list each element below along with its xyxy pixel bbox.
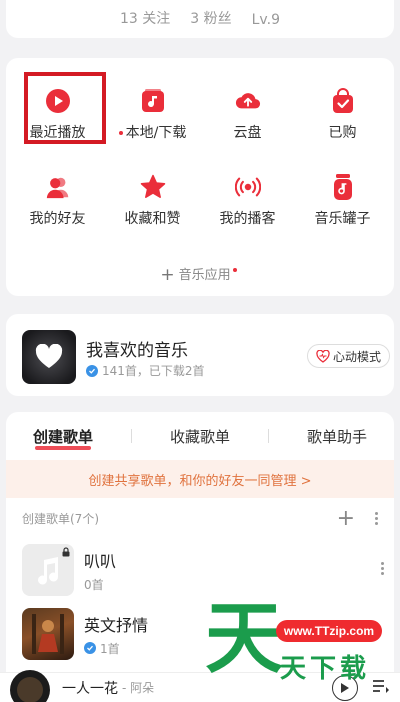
cloud-upload-icon <box>235 88 261 114</box>
check-icon <box>86 364 98 377</box>
playlist-count-text: 1首 <box>100 641 120 656</box>
watermark-url: www.TTzip.com <box>276 620 382 642</box>
watermark-text: 天下载 <box>280 654 371 684</box>
podcast-icon <box>234 174 261 200</box>
favorite-subtitle: 141首，已下载2首 <box>86 362 205 379</box>
player-song-title: 一人一花 <box>62 680 118 697</box>
player-disc <box>10 669 50 702</box>
more-options-icon[interactable] <box>375 511 378 525</box>
grid-item-local-download[interactable]: 本地/下载 <box>105 76 200 146</box>
heart-icon <box>35 344 63 368</box>
star-icon <box>140 174 166 200</box>
tab-divider <box>130 429 132 443</box>
new-dot <box>232 267 237 272</box>
heartbeat-mode-label: 心动模式 <box>332 349 381 364</box>
watermark-logo: 天 <box>205 594 284 684</box>
tab-assistant[interactable]: 歌单助手 <box>307 426 367 447</box>
tab-divider <box>267 429 269 443</box>
favorite-cover <box>22 330 76 384</box>
created-section-title: 创建歌单(7个) <box>22 511 99 526</box>
grid-label: 音乐罐子 <box>314 211 371 227</box>
grid-label: 我的播客 <box>219 211 276 227</box>
add-playlist-button[interactable]: + <box>337 506 355 531</box>
playlist-more-icon[interactable] <box>381 562 384 575</box>
grid-item-cloud[interactable]: 云盘 <box>200 76 295 146</box>
playlist-row[interactable]: 叭叭 0首 <box>6 538 394 602</box>
queue-icon <box>373 680 389 693</box>
album-art-icon <box>32 614 64 654</box>
grid-item-podcast[interactable]: 我的播客 <box>200 162 295 232</box>
music-apps-button[interactable]: + 音乐应用 <box>6 264 394 285</box>
grid-label: 本地/下载 <box>118 122 187 142</box>
tab-created[interactable]: 创建歌单 <box>33 426 93 450</box>
playlist-count: 0首 <box>84 577 104 592</box>
grid-label: 收藏和赞 <box>124 211 181 227</box>
grid-item-collect-like[interactable]: 收藏和赞 <box>105 162 200 232</box>
heart-outline-icon <box>316 349 330 363</box>
local-music-icon <box>140 88 166 114</box>
favorite-music-card[interactable]: 我喜欢的音乐 141首，已下载2首 心动模式 <box>6 314 394 396</box>
playlist-cover <box>22 544 74 596</box>
created-section-header: 创建歌单(7个) + <box>6 498 394 538</box>
grid-label: 已购 <box>328 125 357 141</box>
friends-icon <box>45 174 71 200</box>
grid-item-music-jar[interactable]: 音乐罐子 <box>295 162 390 232</box>
highlight-box <box>24 72 106 144</box>
user-level[interactable]: Lv.9 <box>252 12 280 28</box>
player-artist: - 阿朵 <box>122 681 155 695</box>
check-icon <box>84 642 96 654</box>
playlist-tabs: 创建歌单 收藏歌单 歌单助手 <box>6 412 394 460</box>
heartbeat-mode-button[interactable]: 心动模式 <box>306 344 390 368</box>
grid-item-friends[interactable]: 我的好友 <box>10 162 105 232</box>
follows-count[interactable]: 13 关注 <box>120 8 170 28</box>
lock-icon <box>62 547 70 557</box>
music-apps-label: 音乐应用 <box>178 268 231 283</box>
plus-icon: + <box>160 265 175 285</box>
grid-label: 云盘 <box>233 125 262 141</box>
grid-item-purchased[interactable]: 已购 <box>295 76 390 146</box>
tab-collected[interactable]: 收藏歌单 <box>170 426 230 447</box>
new-dot <box>118 131 123 135</box>
playlist-queue-button[interactable] <box>372 678 390 697</box>
favorite-title: 我喜欢的音乐 <box>86 341 188 361</box>
shared-playlist-banner[interactable]: 创建共享歌单，和你的好友一同管理 > <box>6 460 394 498</box>
favorite-subtitle-text: 141首，已下载2首 <box>102 364 205 378</box>
music-jar-icon <box>330 174 356 200</box>
playlist-cover <box>22 608 74 660</box>
fans-count[interactable]: 3 粉丝 <box>190 8 231 28</box>
playlist-name: 叭叭 <box>84 551 117 571</box>
purchased-bag-icon <box>330 88 356 114</box>
grid-label: 我的好友 <box>29 211 86 227</box>
profile-stats-card: 13 关注 3 粉丝 Lv.9 <box>6 0 394 38</box>
grid-label-text: 本地/下载 <box>125 125 187 141</box>
